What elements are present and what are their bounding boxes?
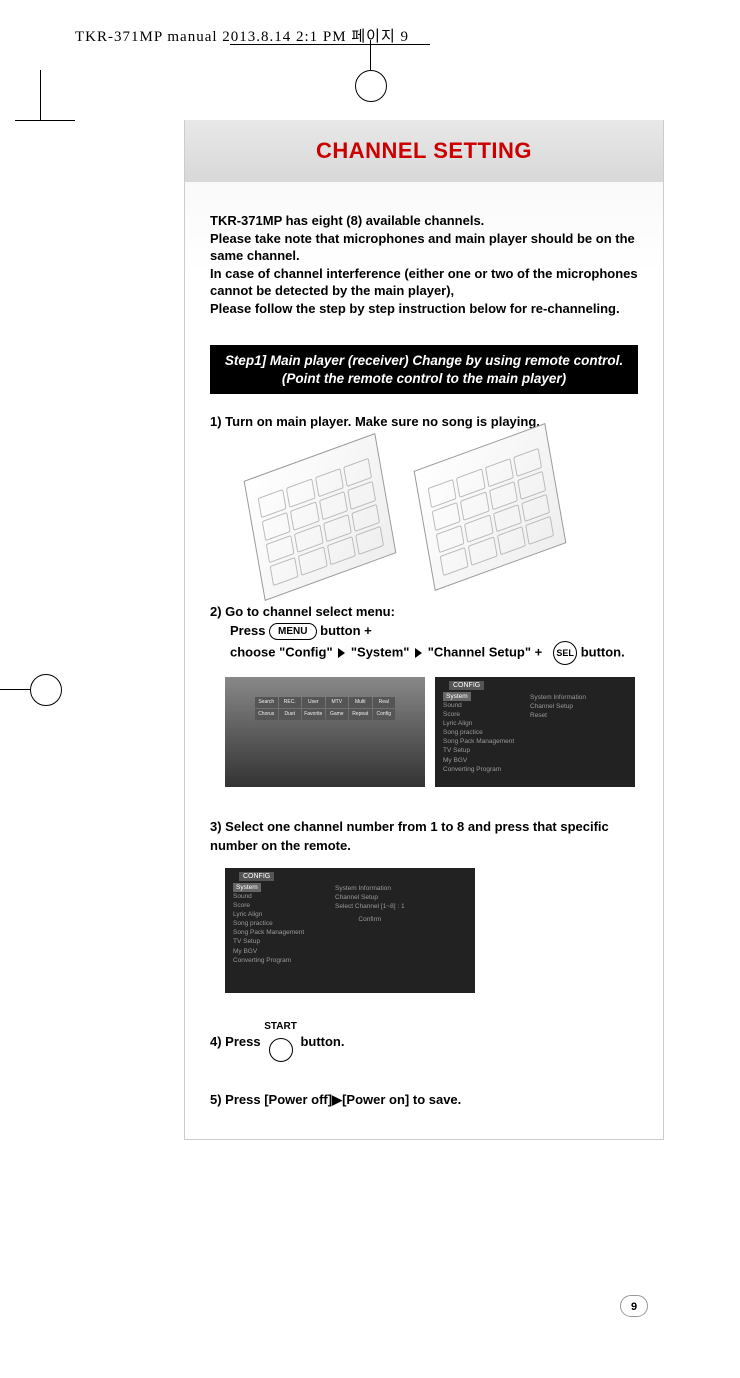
- step3-text: 3) Select one channel number from 1 to 8…: [210, 817, 638, 856]
- config-right-item: System Information: [335, 884, 405, 893]
- remote-sketch: [244, 433, 397, 601]
- intro-text: TKR-371MP has eight (8) available channe…: [210, 212, 638, 317]
- intro-line: In case of channel interference (either …: [210, 265, 638, 300]
- menu-item: Repeat: [349, 709, 372, 720]
- step3-screenshot: CONFIG System Sound Score Lyric Align So…: [225, 868, 475, 993]
- arrow-right-icon: [415, 648, 422, 658]
- start-button-icon: [269, 1038, 293, 1062]
- config-screenshot: CONFIG System Sound Score Lyric Align So…: [435, 677, 635, 787]
- menu-screenshot: Search REC. User MTV Multi Real Chorus D…: [225, 677, 425, 787]
- print-header: TKR-371MP manual 2013.8.14 2:1 PM 페이지 9: [75, 25, 409, 46]
- step2-line1: 2) Go to channel select menu:: [210, 602, 638, 622]
- config-item: System: [443, 692, 471, 701]
- step2-channel-setup: "Channel Setup" +: [428, 644, 543, 659]
- config-right-panel: System Information Channel Setup Reset: [530, 693, 586, 720]
- config-right-item: Reset: [530, 711, 586, 720]
- confirm-label: Confirm: [358, 916, 381, 923]
- menu-item: Real: [373, 697, 396, 708]
- config-right-panel: System Information Channel Setup Select …: [335, 884, 405, 924]
- step1-header: Step1] Main player (receiver) Change by …: [210, 345, 638, 394]
- step-header-line: (Point the remote control to the main pl…: [216, 370, 632, 388]
- title-bar: CHANNEL SETTING: [185, 120, 663, 182]
- crop-mark-top: [370, 40, 371, 70]
- intro-line: Please follow the step by step instructi…: [210, 300, 638, 318]
- menu-item: Duet: [279, 709, 302, 720]
- page-title: CHANNEL SETTING: [185, 138, 663, 164]
- menu-item: MTV: [326, 697, 349, 708]
- menu-item: Config: [373, 709, 396, 720]
- config-item: Converting Program: [233, 956, 475, 965]
- header-underline: [230, 44, 430, 45]
- config-item: My BGV: [233, 947, 475, 956]
- crop-mark-left: [0, 689, 30, 690]
- step2-press: Press: [230, 623, 265, 638]
- config-right-item: System Information: [530, 693, 586, 702]
- step4-button: button.: [300, 1034, 344, 1049]
- config-item: TV Setup: [443, 746, 635, 755]
- remote-illustration: [250, 447, 570, 577]
- config-item: Song Pack Management: [233, 928, 475, 937]
- menu-button-icon: MENU: [269, 623, 316, 640]
- channel-select-value: Select Channel [1~8] : 1: [335, 903, 405, 910]
- menu-grid: Search REC. User MTV Multi Real Chorus D…: [255, 697, 395, 720]
- step4-press: 4) Press: [210, 1034, 261, 1049]
- crop-line-horizontal: [15, 120, 75, 121]
- menu-item: Multi: [349, 697, 372, 708]
- page-number: 9: [620, 1295, 648, 1317]
- menu-item: REC.: [279, 697, 302, 708]
- intro-line: Please take note that microphones and ma…: [210, 230, 638, 265]
- step2-button-plus: button +: [320, 623, 372, 638]
- menu-item: Chorus: [255, 709, 278, 720]
- config-item: Lyric Align: [443, 719, 635, 728]
- content-area: TKR-371MP has eight (8) available channe…: [185, 182, 663, 1119]
- step-header-line: Step1] Main player (receiver) Change by …: [216, 352, 632, 370]
- menu-item: Game: [326, 709, 349, 720]
- sel-button-icon: SEL: [553, 641, 577, 665]
- config-item: Song Pack Management: [443, 737, 635, 746]
- config-right-item: Channel Setup: [335, 894, 378, 901]
- config-item: My BGV: [443, 756, 635, 765]
- menu-item: User: [302, 697, 325, 708]
- step2-screenshots: Search REC. User MTV Multi Real Chorus D…: [225, 677, 638, 787]
- menu-item: Search: [255, 697, 278, 708]
- step2-text: 2) Go to channel select menu: Press MENU…: [210, 602, 638, 665]
- config-item: Converting Program: [443, 765, 635, 774]
- config-item: Song practice: [443, 728, 635, 737]
- step1-text: 1) Turn on main player. Make sure no son…: [210, 412, 638, 432]
- config-title: CONFIG: [449, 681, 484, 690]
- step4-text: 4) Press START button.: [210, 1023, 638, 1062]
- remote-sketch: [414, 423, 567, 591]
- page-content: CHANNEL SETTING TKR-371MP has eight (8) …: [184, 120, 664, 1140]
- config-right-item: Channel Setup: [530, 703, 573, 710]
- config-item: TV Setup: [233, 937, 475, 946]
- step5-text: 5) Press [Power off]▶[Power on] to save.: [210, 1090, 638, 1110]
- menu-item: Favorite: [302, 709, 325, 720]
- config-item: System: [233, 883, 261, 892]
- step2-button: button.: [581, 644, 625, 659]
- step2-choose: choose "Config": [230, 644, 333, 659]
- crop-line-vertical: [40, 70, 41, 120]
- intro-line: TKR-371MP has eight (8) available channe…: [210, 212, 638, 230]
- arrow-right-icon: [338, 648, 345, 658]
- config-title: CONFIG: [239, 872, 274, 881]
- step2-system: "System": [351, 644, 410, 659]
- start-label: START: [264, 1019, 297, 1034]
